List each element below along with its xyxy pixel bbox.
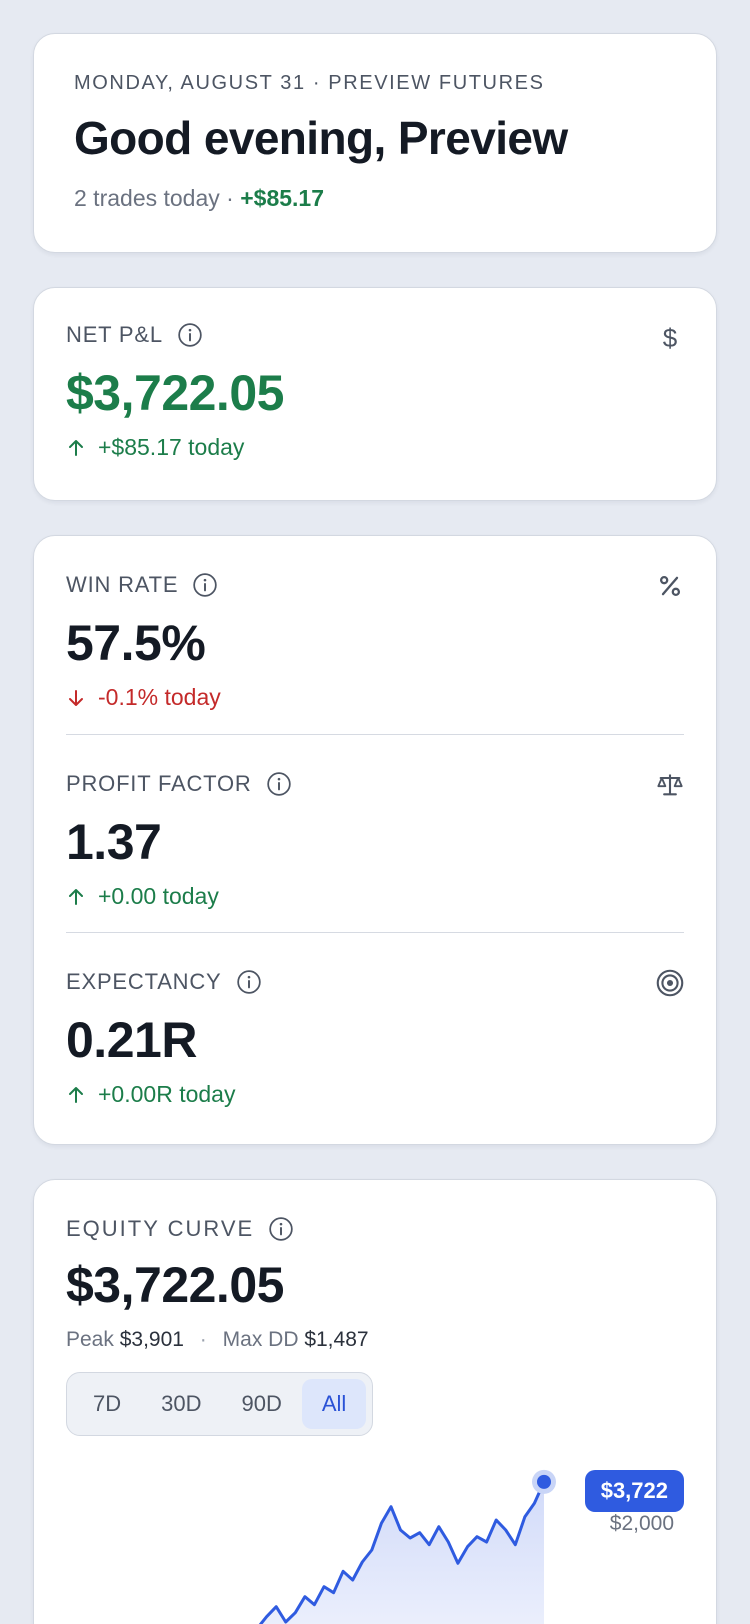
stats-card: WIN RATE 57.5% -0.1% today PROFIT FACTOR… <box>33 535 717 1145</box>
arrow-down-icon <box>69 689 83 706</box>
equity-summary: Peak $3,901 · Max DD $1,487 <box>66 1328 684 1352</box>
summary-dot: · <box>199 1328 207 1351</box>
profit-factor-stat[interactable]: PROFIT FACTOR 1.37 +0.00 today <box>66 734 684 932</box>
profit-factor-value: 1.37 <box>66 814 162 870</box>
expectancy-value: 0.21R <box>66 1012 197 1068</box>
equity-label-row: EQUITY CURVE <box>66 1216 684 1242</box>
greeting-headline: Good evening, Preview <box>74 112 568 164</box>
win-rate-label: WIN RATE <box>66 572 179 597</box>
range-30d[interactable]: 30D <box>141 1379 221 1429</box>
range-all[interactable]: All <box>301 1379 367 1429</box>
target-icon <box>656 969 684 997</box>
equity-label: EQUITY CURVE <box>66 1216 255 1241</box>
arrow-up-icon <box>69 1086 83 1103</box>
win-rate-label-row: WIN RATE <box>66 572 684 598</box>
profit-factor-change: +0.00 today <box>66 883 684 910</box>
peak-label: Peak <box>66 1328 114 1351</box>
info-icon[interactable] <box>266 771 292 797</box>
win-rate-stat[interactable]: WIN RATE 57.5% -0.1% today <box>66 536 684 734</box>
range-90d[interactable]: 90D <box>221 1379 301 1429</box>
greeting-card: MONDAY, AUGUST 31 · PREVIEW FUTURES Good… <box>33 33 717 253</box>
info-icon[interactable] <box>177 322 203 348</box>
trades-summary: 2 trades today · +$85.17 <box>74 185 676 212</box>
expectancy-change-text: +0.00R today <box>98 1081 236 1107</box>
dollar-icon: $ <box>662 323 678 353</box>
maxdd-label: Max DD <box>222 1328 299 1351</box>
win-rate-change-text: -0.1% today <box>98 684 221 710</box>
range-selector: 7D 30D 90D All <box>66 1372 374 1436</box>
net-pnl-change: +$85.17 today <box>66 434 684 461</box>
net-pnl-change-text: +$85.17 today <box>98 434 245 460</box>
axis-tick-2000: $2,000 <box>609 1512 674 1535</box>
net-pnl-label-row: NET P&L <box>66 322 684 348</box>
net-pnl-card[interactable]: NET P&L $ $3,722.05 +$85.17 today <box>33 287 717 501</box>
equity-area <box>260 1481 544 1624</box>
percent-icon <box>659 575 681 597</box>
summary-separator: · <box>219 185 241 211</box>
expectancy-label: EXPECTANCY <box>66 969 222 994</box>
win-rate-value: 57.5% <box>66 615 206 671</box>
peak-value: $3,901 <box>119 1328 184 1351</box>
info-icon[interactable] <box>192 572 218 598</box>
range-7d[interactable]: 7D <box>73 1379 141 1429</box>
arrow-up-icon <box>69 439 83 456</box>
net-pnl-label: NET P&L <box>66 322 163 347</box>
profit-factor-label: PROFIT FACTOR <box>66 771 252 796</box>
net-pnl-value: $3,722.05 <box>66 365 284 421</box>
expectancy-change: +0.00R today <box>66 1081 684 1108</box>
equity-value: $3,722.05 <box>66 1257 284 1313</box>
current-point[interactable] <box>537 1474 551 1489</box>
date-line: MONDAY, AUGUST 31 · PREVIEW FUTURES <box>74 72 545 94</box>
expectancy-stat[interactable]: EXPECTANCY 0.21R +0.00R today <box>66 932 684 1130</box>
today-pnl: +$85.17 <box>240 185 324 211</box>
scale-icon <box>657 774 683 796</box>
equity-curve-card: EQUITY CURVE $3,722.05 Peak $3,901 · Max… <box>33 1179 717 1624</box>
profit-factor-label-row: PROFIT FACTOR <box>66 771 684 797</box>
info-icon[interactable] <box>236 969 262 995</box>
info-icon[interactable] <box>268 1216 294 1242</box>
arrow-up-icon <box>69 888 83 905</box>
expectancy-label-row: EXPECTANCY <box>66 969 684 995</box>
current-value-tag: $3,722 <box>584 1470 684 1512</box>
profit-factor-change-text: +0.00 today <box>98 883 219 909</box>
trades-count: 2 trades today <box>74 185 220 211</box>
win-rate-change: -0.1% today <box>66 684 684 711</box>
maxdd-value: $1,487 <box>304 1328 369 1351</box>
